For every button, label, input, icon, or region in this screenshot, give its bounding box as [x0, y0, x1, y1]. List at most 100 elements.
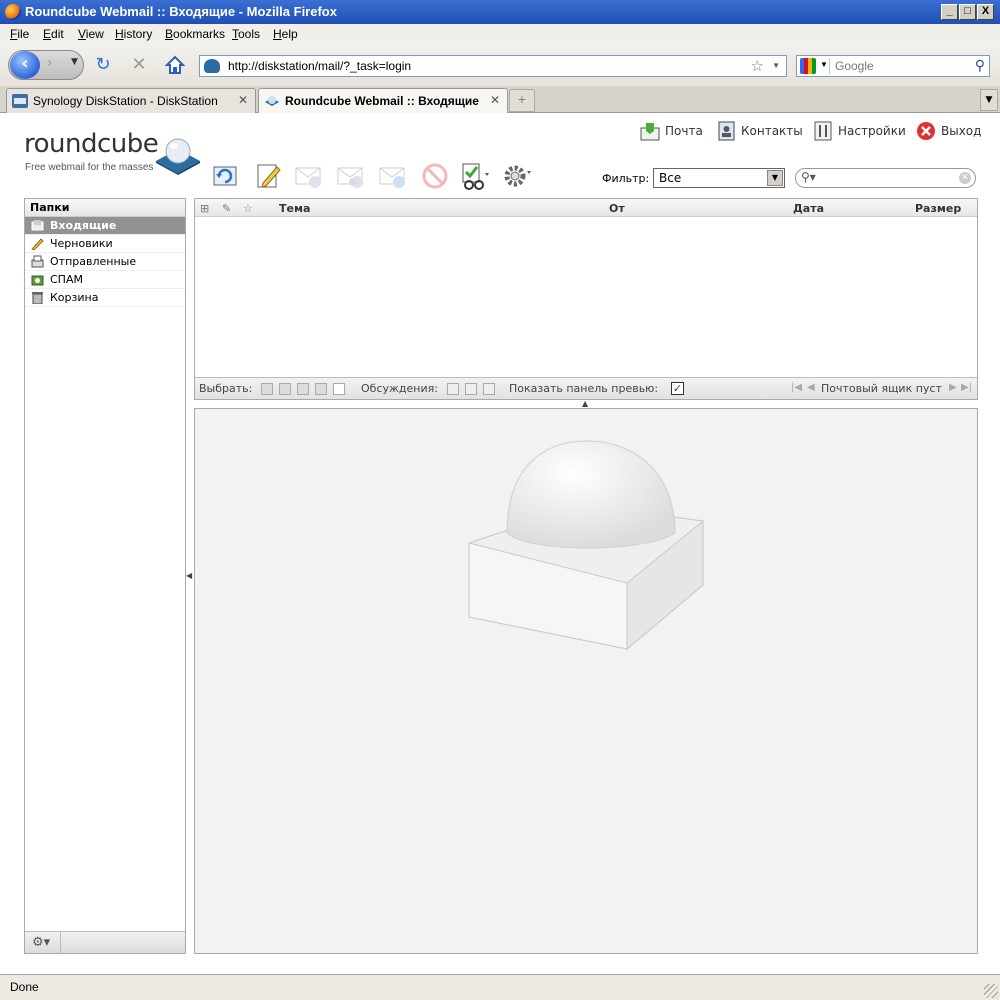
select-unread-icon[interactable]	[297, 383, 309, 395]
stop-icon[interactable]: ✕	[128, 54, 150, 76]
minimize-button[interactable]: _	[941, 4, 958, 20]
filter-select[interactable]: Все ▼	[653, 168, 785, 188]
select-all-icon[interactable]	[261, 383, 273, 395]
back-button[interactable]: ‹	[10, 51, 40, 79]
folder-trash[interactable]: Корзина	[25, 289, 185, 307]
status-text: Done	[10, 980, 39, 994]
close-window-button[interactable]: X	[977, 4, 994, 20]
flag-star-icon[interactable]: ☆	[243, 202, 253, 215]
menu-history[interactable]: History	[115, 27, 152, 41]
filter-label: Фильтр:	[602, 172, 650, 185]
column-date[interactable]: Дата	[793, 202, 824, 215]
reload-icon[interactable]: ↻	[92, 54, 114, 76]
filter-value: Все	[659, 171, 682, 185]
column-size[interactable]: Размер	[915, 202, 961, 215]
folder-actions-gear-icon[interactable]: ⚙▾	[32, 935, 50, 950]
next-page-icon[interactable]: ▶	[949, 382, 957, 393]
tab-synology[interactable]: Synology DiskStation - DiskStation ✕	[6, 88, 256, 113]
search-icon[interactable]: ⚲	[975, 57, 985, 74]
select-none-icon[interactable]	[333, 383, 345, 395]
reply-all-icon[interactable]	[336, 161, 366, 191]
sent-icon	[31, 255, 44, 268]
folder-inbox[interactable]: Входящие	[25, 217, 185, 235]
close-tab-icon[interactable]: ✕	[490, 93, 500, 107]
folder-label: Входящие	[50, 219, 117, 232]
logo-tagline: Free webmail for the masses	[25, 162, 154, 173]
delete-icon[interactable]	[420, 161, 450, 191]
check-mail-icon[interactable]	[210, 161, 240, 191]
search-bar[interactable]: ▼ Google ⚲	[796, 55, 990, 77]
home-icon[interactable]	[164, 54, 186, 76]
tab-roundcube[interactable]: Roundcube Webmail :: Входящие ✕	[258, 88, 508, 114]
last-page-icon[interactable]: ▶|	[961, 382, 972, 393]
url-dropdown-icon[interactable]: ▼	[772, 61, 780, 70]
trash-icon	[32, 292, 43, 304]
select-label: Выбрать:	[199, 382, 253, 395]
nav-mail[interactable]: Почта	[640, 121, 710, 141]
reply-icon[interactable]	[294, 161, 324, 191]
search-options-icon[interactable]: ⚲▾	[801, 170, 816, 184]
message-list-footer: Выбрать: Обсуждения: Показать панель пре…	[195, 377, 977, 399]
drafts-icon	[31, 238, 44, 250]
forward-button[interactable]: ›	[47, 55, 53, 71]
column-subject[interactable]: Тема	[279, 202, 310, 215]
preview-pane-checkbox[interactable]: ✓	[671, 382, 684, 395]
collapse-all-threads-icon[interactable]	[483, 383, 495, 395]
menu-view[interactable]: View	[78, 27, 104, 41]
navigation-toolbar: ‹ › ▼ ↻ ✕ http://diskstation/mail/?_task…	[0, 44, 1000, 86]
roundcube-watermark-image	[468, 440, 704, 651]
expand-all-threads-icon[interactable]	[447, 383, 459, 395]
folders-header: Папки	[25, 199, 185, 217]
expand-unread-threads-icon[interactable]	[465, 383, 477, 395]
maximize-button[interactable]: □	[959, 4, 976, 20]
tab-label: Synology DiskStation - DiskStation	[33, 94, 218, 108]
history-dropdown-icon[interactable]: ▼	[71, 57, 78, 67]
clear-search-icon[interactable]: ✕	[959, 172, 971, 184]
list-all-tabs-icon[interactable]: ▼	[980, 89, 998, 111]
select-invert-icon[interactable]	[315, 383, 327, 395]
select-page-icon[interactable]	[279, 383, 291, 395]
google-icon[interactable]	[800, 58, 816, 74]
menu-bar: File Edit View History Bookmarks Tools H…	[0, 24, 1000, 44]
column-from[interactable]: От	[609, 202, 625, 215]
nav-contacts[interactable]: Контакты	[716, 121, 806, 141]
vertical-splitter-handle[interactable]: ◀	[186, 571, 192, 580]
search-engine-dropdown-icon[interactable]: ▼	[820, 60, 828, 69]
menu-tools[interactable]: Tools	[232, 27, 260, 41]
folder-spam[interactable]: СПАМ	[25, 271, 185, 289]
new-tab-button[interactable]: +	[509, 89, 535, 112]
list-options-icon[interactable]: ⊞	[200, 202, 209, 215]
folder-drafts[interactable]: Черновики	[25, 235, 185, 253]
window-titlebar: Roundcube Webmail :: Входящие - Mozilla …	[0, 0, 1000, 24]
close-tab-icon[interactable]: ✕	[238, 93, 248, 107]
horizontal-splitter-handle[interactable]: ▲	[582, 399, 588, 408]
site-identity-icon[interactable]	[204, 59, 220, 73]
mark-icon[interactable]	[460, 161, 490, 191]
nav-settings-label: Настройки	[838, 124, 906, 138]
more-icon[interactable]	[502, 161, 532, 191]
resize-grip-icon[interactable]	[984, 984, 998, 998]
bookmark-star-icon[interactable]: ☆	[751, 57, 764, 75]
nav-settings[interactable]: Настройки	[813, 121, 908, 141]
compose-icon[interactable]	[253, 161, 283, 191]
previous-page-icon[interactable]: ◀	[807, 382, 815, 393]
url-text[interactable]: http://diskstation/mail/?_task=login	[228, 59, 411, 73]
menu-bookmarks[interactable]: Bookmarks	[165, 27, 225, 41]
folder-label: Отправленные	[50, 255, 137, 268]
search-input[interactable]: Google	[835, 59, 874, 73]
nav-logout[interactable]: Выход	[916, 121, 986, 141]
nav-logout-label: Выход	[941, 124, 982, 138]
roundcube-logo[interactable]: roundcube Free webmail for the masses	[24, 129, 200, 175]
menu-edit[interactable]: Edit	[43, 27, 64, 41]
nav-mail-label: Почта	[665, 124, 703, 138]
folder-sent[interactable]: Отправленные	[25, 253, 185, 271]
first-page-icon[interactable]: |◀	[791, 382, 802, 393]
chevron-down-icon[interactable]: ▼	[767, 170, 783, 186]
forward-icon[interactable]	[378, 161, 408, 191]
preview-pane-label: Показать панель превью:	[509, 382, 659, 395]
url-bar[interactable]: http://diskstation/mail/?_task=login ☆ ▼	[199, 55, 787, 77]
quick-search-input[interactable]: ⚲▾ ✕	[795, 168, 976, 188]
menu-file[interactable]: File	[10, 27, 29, 41]
menu-help[interactable]: Help	[273, 27, 298, 41]
attachment-icon[interactable]: ✎	[222, 202, 231, 215]
